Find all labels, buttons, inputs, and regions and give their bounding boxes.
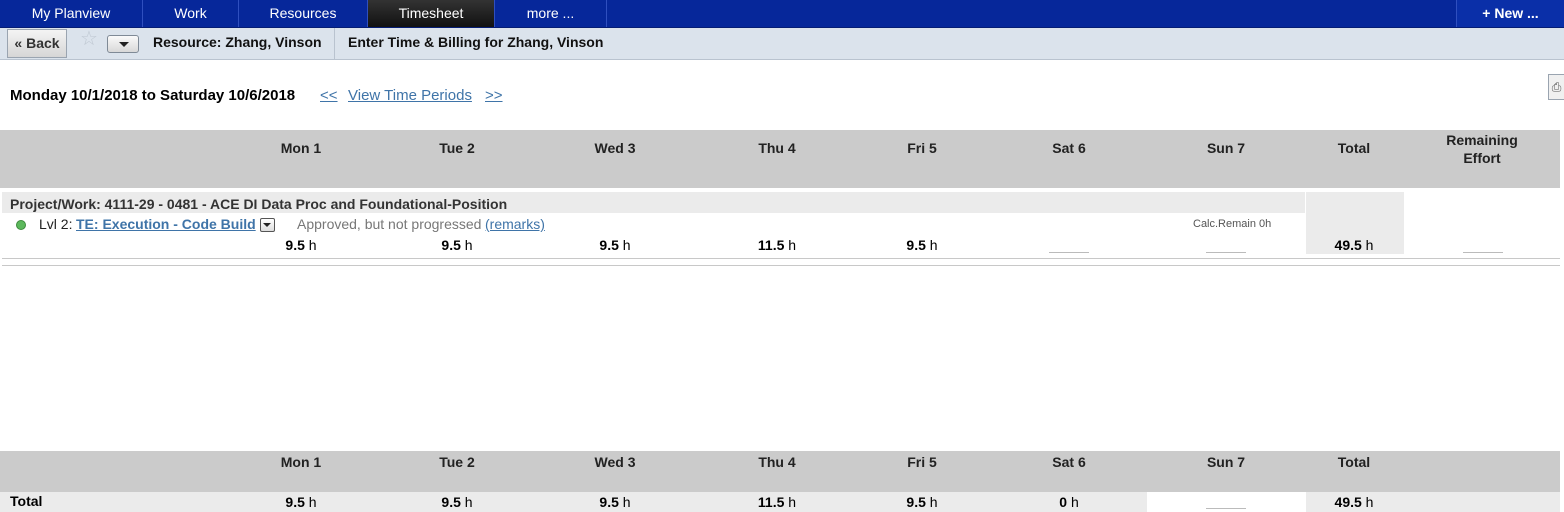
task-status: Approved, but not progressed [297,216,482,232]
totals-row [0,492,1147,512]
tab-my-planview[interactable]: My Planview [0,0,143,27]
col-header-total: Total [1337,140,1371,156]
remarks-link[interactable]: (remarks) [485,216,545,232]
total-hours-sat: 0 h [1059,494,1079,510]
date-range: Monday 10/1/2018 to Saturday 10/6/2018 [10,87,296,104]
task-hours-fri[interactable]: 9.5 h [882,237,962,253]
task-hours-wed[interactable]: 9.5 h [575,237,655,253]
back-button[interactable]: « Back [7,29,67,58]
view-time-periods-link[interactable]: View Time Periods [348,87,472,104]
total-hours-wed: 9.5 h [599,494,631,510]
total-hours-sun-input[interactable] [1206,508,1246,509]
remaining-effort-input[interactable] [1463,252,1503,253]
project-label: Project/Work: 4111-29 - 0481 - ACE DI Da… [10,196,508,212]
total-hours-grand: 49.5 h [1334,494,1374,510]
resource-label: Resource: Zhang, Vinson [153,34,322,50]
footer-col-mon: Mon 1 [280,454,322,470]
footer-col-tue: Tue 2 [439,454,475,470]
next-period-link[interactable]: >> [485,87,503,104]
task-hours-thu[interactable]: 11.5 h [737,237,817,253]
col-header-sun: Sun 7 [1206,140,1246,156]
back-label: Back [26,35,60,51]
tab-timesheet[interactable]: Timesheet [368,0,495,27]
task-hours-sun-input[interactable] [1206,252,1246,253]
divider [2,258,1560,259]
col-header-sat: Sat 6 [1052,140,1086,156]
task-hours-total: 49.5 h [1334,237,1374,253]
new-button[interactable]: + New ... [1456,0,1564,27]
tab-more[interactable]: more ... [495,0,607,27]
task-hours-mon[interactable]: 9.5 h [261,237,341,253]
tab-work[interactable]: Work [143,0,239,27]
options-dropdown-button[interactable] [107,35,139,53]
col-header-tue: Tue 2 [439,140,475,156]
divider [2,265,1560,266]
task-dropdown-button[interactable] [260,218,275,232]
total-hours-tue: 9.5 h [441,494,473,510]
top-navigation: My Planview Work Resources Timesheet mor… [0,0,1564,28]
status-dot-icon [16,220,26,230]
footer-col-fri: Fri 5 [907,454,937,470]
col-header-remaining-effort: Remaining Effort [1446,132,1518,166]
col-header-wed: Wed 3 [594,140,636,156]
col-header-mon: Mon 1 [280,140,322,156]
col-header-fri: Fri 5 [907,140,937,156]
total-hours-mon: 9.5 h [285,494,317,510]
totals-label: Total [10,493,43,509]
task-hours-tue[interactable]: 9.5 h [417,237,497,253]
divider [334,28,335,59]
task-level: Lvl 2: [39,216,73,232]
page-title: Enter Time & Billing for Zhang, Vinson [348,34,604,50]
col-header-thu: Thu 4 [758,140,796,156]
calc-remain: Calc.Remain 0h [1193,218,1272,230]
footer-col-sat: Sat 6 [1052,454,1086,470]
footer-col-wed: Wed 3 [594,454,636,470]
total-hours-thu: 11.5 h [757,494,797,510]
double-chevron-left-icon: « [14,35,23,51]
tab-resources[interactable]: Resources [239,0,368,27]
previous-period-link[interactable]: << [320,87,338,104]
footer-col-total: Total [1337,454,1371,470]
footer-col-thu: Thu 4 [758,454,796,470]
footer-col-sun: Sun 7 [1206,454,1246,470]
task-hours-sat-input[interactable] [1049,252,1089,253]
task-link[interactable]: TE: Execution - Code Build [76,216,256,232]
column-header-band [0,130,1560,188]
print-icon[interactable]: ⎙ [1548,74,1564,100]
total-hours-fri: 9.5 h [906,494,938,510]
favorite-star-icon[interactable]: ☆ [80,29,98,49]
